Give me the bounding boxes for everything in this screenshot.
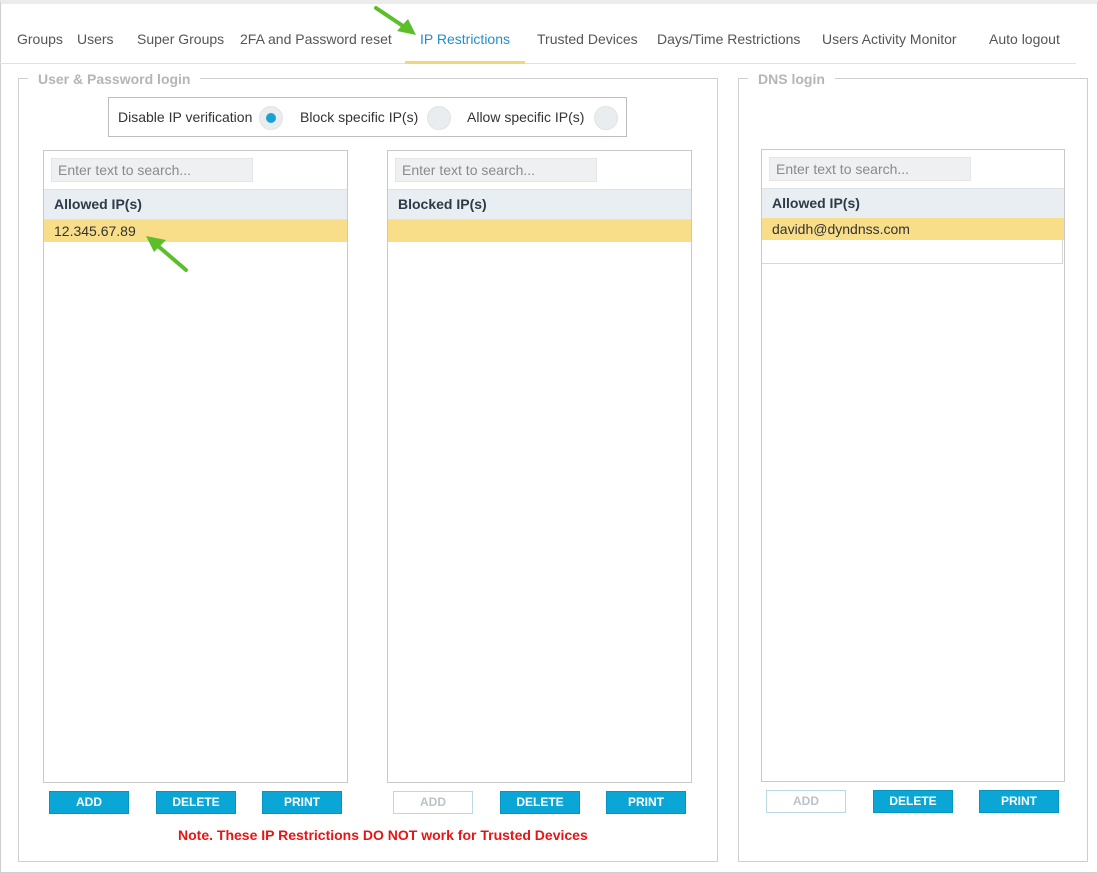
blocked-ips-add-button[interactable]: ADD [393,791,473,814]
radio-block-specific-ips[interactable] [427,106,451,130]
tab-ip-restrictions[interactable]: IP Restrictions [420,24,510,64]
dns-add-button[interactable]: ADD [766,790,846,813]
trusted-devices-note: Note. These IP Restrictions DO NOT work … [178,827,588,843]
tab-trusted-devices[interactable]: Trusted Devices [537,24,638,64]
radio-allow-specific-ips[interactable] [594,106,618,130]
radio-label-block: Block specific IP(s) [300,109,419,125]
dns-allowed-row[interactable]: davidh@dyndnss.com [762,218,1064,240]
allowed-ips-panel: Allowed IP(s) 12.345.67.89 [43,150,348,783]
blocked-ips-panel: Blocked IP(s) [387,150,692,783]
radio-disable-ip-verification[interactable] [259,106,283,130]
blocked-ip-row[interactable] [388,220,691,242]
dns-allowed-panel: Allowed IP(s) davidh@dyndnss.com [761,149,1065,782]
tab-days-time-restrictions[interactable]: Days/Time Restrictions [657,24,800,64]
allowed-ip-row[interactable]: 12.345.67.89 [44,220,347,242]
user-password-login-legend: User & Password login [28,71,201,87]
annotation-arrow-icon [374,6,416,35]
dns-allowed-search-input[interactable] [769,157,971,181]
blocked-ips-print-button[interactable]: PRINT [606,791,686,814]
dns-list-end-divider [762,240,1063,264]
blocked-ips-delete-button[interactable]: DELETE [500,791,580,814]
annotation-arrow-icon [146,236,188,272]
allowed-ips-delete-button[interactable]: DELETE [156,791,236,814]
tab-auto-logout[interactable]: Auto logout [989,24,1060,64]
tab-bar: Groups Users Super Groups 2FA and Passwo… [0,24,1076,64]
allowed-ips-print-button[interactable]: PRINT [262,791,342,814]
dns-login-legend: DNS login [748,71,835,87]
blocked-ips-header: Blocked IP(s) [388,189,691,220]
dns-allowed-header: Allowed IP(s) [762,188,1064,219]
active-tab-indicator [405,61,525,64]
radio-label-disable: Disable IP verification [118,109,253,125]
blocked-ips-search-input[interactable] [395,158,597,182]
allowed-ips-add-button[interactable]: ADD [49,791,129,814]
tab-users-activity-monitor[interactable]: Users Activity Monitor [822,24,957,64]
tab-super-groups[interactable]: Super Groups [137,24,224,64]
allowed-ips-search-input[interactable] [51,158,253,182]
tab-2fa-password-reset[interactable]: 2FA and Password reset [240,24,392,64]
dns-print-button[interactable]: PRINT [979,790,1059,813]
tab-groups[interactable]: Groups [17,24,63,64]
tab-users[interactable]: Users [77,24,114,64]
radio-label-allow: Allow specific IP(s) [467,109,585,125]
dns-delete-button[interactable]: DELETE [873,790,953,813]
ip-verification-mode-group: Disable IP verification Block specific I… [108,97,627,137]
allowed-ips-header: Allowed IP(s) [44,189,347,220]
